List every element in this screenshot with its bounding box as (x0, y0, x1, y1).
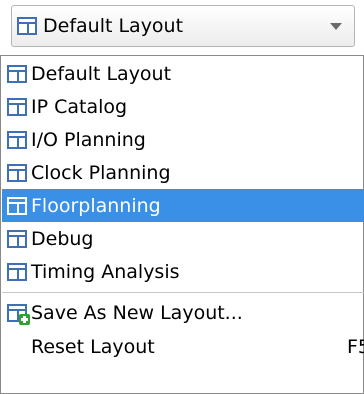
layout-icon (7, 130, 27, 149)
menu-item-ip-catalog[interactable]: IP Catalog (2, 90, 364, 123)
layout-icon (7, 262, 27, 281)
menu-item-label: Clock Planning (31, 161, 171, 184)
menu-separator (2, 292, 364, 293)
combo-selected-label: Default Layout (43, 15, 184, 37)
menu-item-label: Reset Layout (31, 335, 155, 358)
layout-icon (7, 229, 27, 248)
menu-item-floorplanning[interactable]: Floorplanning (2, 189, 364, 222)
layout-combo-box[interactable]: Default Layout (11, 5, 355, 47)
menu-item-default-layout[interactable]: Default Layout (2, 57, 364, 90)
layout-icon (7, 196, 27, 215)
menu-item-label: Floorplanning (31, 194, 161, 217)
menu-item-label: Timing Analysis (31, 260, 180, 283)
menu-item-reset-layout[interactable]: Reset Layout F5 (2, 330, 364, 363)
menu-item-io-planning[interactable]: I/O Planning (2, 123, 364, 156)
layout-icon (17, 17, 37, 35)
layout-dropdown-menu: Default Layout IP Catalog I/O Planning C… (0, 55, 364, 394)
layout-icon (7, 97, 27, 116)
menu-item-label: Debug (31, 227, 94, 250)
save-layout-icon (7, 303, 30, 325)
shortcut-label: F5 (346, 335, 364, 358)
menu-item-debug[interactable]: Debug (2, 222, 364, 255)
menu-item-label: I/O Planning (31, 128, 146, 151)
menu-item-label: IP Catalog (31, 95, 128, 118)
menu-item-timing-analysis[interactable]: Timing Analysis (2, 255, 364, 288)
menu-item-label: Default Layout (31, 62, 172, 85)
chevron-down-icon[interactable] (330, 23, 342, 30)
menu-item-label: Save As New Layout... (31, 301, 243, 324)
layout-selector: Default Layout Default Layout IP Catalog… (0, 0, 364, 394)
menu-item-save-as-new-layout[interactable]: Save As New Layout... (2, 296, 364, 329)
layout-icon (7, 64, 27, 83)
menu-item-clock-planning[interactable]: Clock Planning (2, 156, 364, 189)
layout-icon (7, 163, 27, 182)
